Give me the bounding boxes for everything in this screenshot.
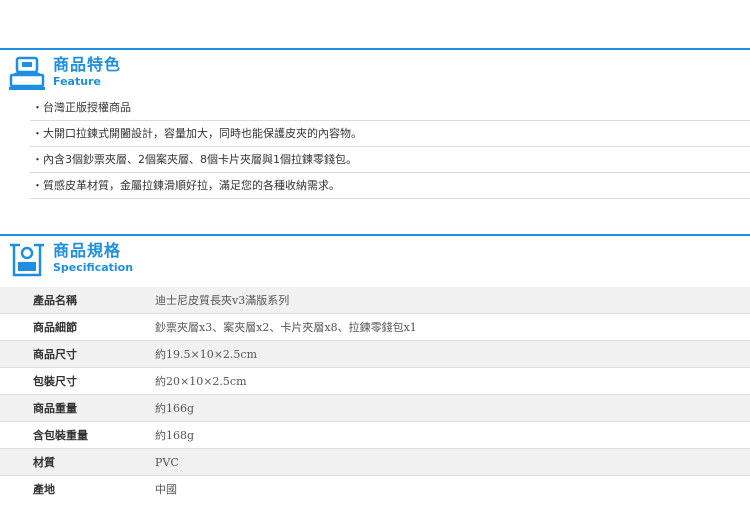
spec-label: 產品名稱	[0, 287, 155, 314]
spec-label: 材質	[0, 448, 155, 476]
feature-item: ・台灣正版授權商品	[30, 95, 750, 121]
spec-value: 約20×10×2.5cm	[155, 367, 750, 395]
table-row: 商品重量 約166g	[0, 394, 750, 422]
table-row: 材質 PVC	[0, 448, 750, 476]
table-row: 商品細節 鈔票夾層x3、案夾層x2、卡片夾層x8、拉鍊零錢包x1	[0, 313, 750, 341]
spec-title: 商品規格	[53, 241, 122, 260]
spec-value: 中國	[155, 483, 177, 496]
spec-label: 商品尺寸	[0, 340, 155, 368]
register-icon	[8, 55, 46, 91]
feature-list: ・台灣正版授權商品 ・大開口拉鍊式開闔設計，容量加大，同時也能保護皮夾的內容物。…	[30, 95, 750, 199]
table-row: 產品名稱 迪士尼皮質長夾v3滿版系列	[0, 287, 750, 314]
spec-value: 約19.5×10×2.5cm	[155, 340, 750, 368]
table-row: 商品尺寸 約19.5×10×2.5cm	[0, 340, 750, 368]
spec-table: 產品名稱 迪士尼皮質長夾v3滿版系列 商品細節 鈔票夾層x3、案夾層x2、卡片夾…	[0, 287, 750, 502]
spec-value: 約168g	[155, 421, 750, 449]
feature-item: ・質感皮革材質，金屬拉鍊滑順好拉，滿足您的各種收納需求。	[30, 173, 750, 199]
box-icon	[8, 241, 46, 277]
spec-value: 鈔票夾層x3、案夾層x2、卡片夾層x8、拉鍊零錢包x1	[155, 313, 750, 341]
spec-subtitle: Specification	[53, 261, 134, 274]
spec-label: 商品重量	[0, 394, 155, 422]
table-row: 產地 中國	[0, 476, 750, 503]
table-row: 含包裝重量 約168g	[0, 421, 750, 449]
spec-label: 產地	[33, 483, 55, 496]
spec-value: 迪士尼皮質長夾v3滿版系列	[155, 287, 750, 314]
feature-title: 商品特色	[53, 55, 122, 74]
feature-top-rule	[0, 48, 750, 50]
spec-label: 含包裝重量	[0, 421, 155, 449]
spec-heading: 商品規格 Specification	[8, 241, 133, 277]
spec-value: 約166g	[155, 394, 750, 422]
table-row: 包裝尺寸 約20×10×2.5cm	[0, 367, 750, 395]
spec-value: PVC	[155, 448, 750, 476]
feature-item: ・大開口拉鍊式開闔設計，容量加大，同時也能保護皮夾的內容物。	[30, 121, 750, 147]
feature-subtitle: Feature	[53, 75, 101, 88]
spec-label: 包裝尺寸	[0, 367, 155, 395]
feature-item: ・內含3個鈔票夾層、2個案夾層、8個卡片夾層與1個拉鍊零錢包。	[30, 147, 750, 173]
spec-label: 商品細節	[0, 313, 155, 341]
spec-top-rule	[0, 234, 750, 236]
feature-heading: 商品特色 Feature	[8, 55, 121, 91]
